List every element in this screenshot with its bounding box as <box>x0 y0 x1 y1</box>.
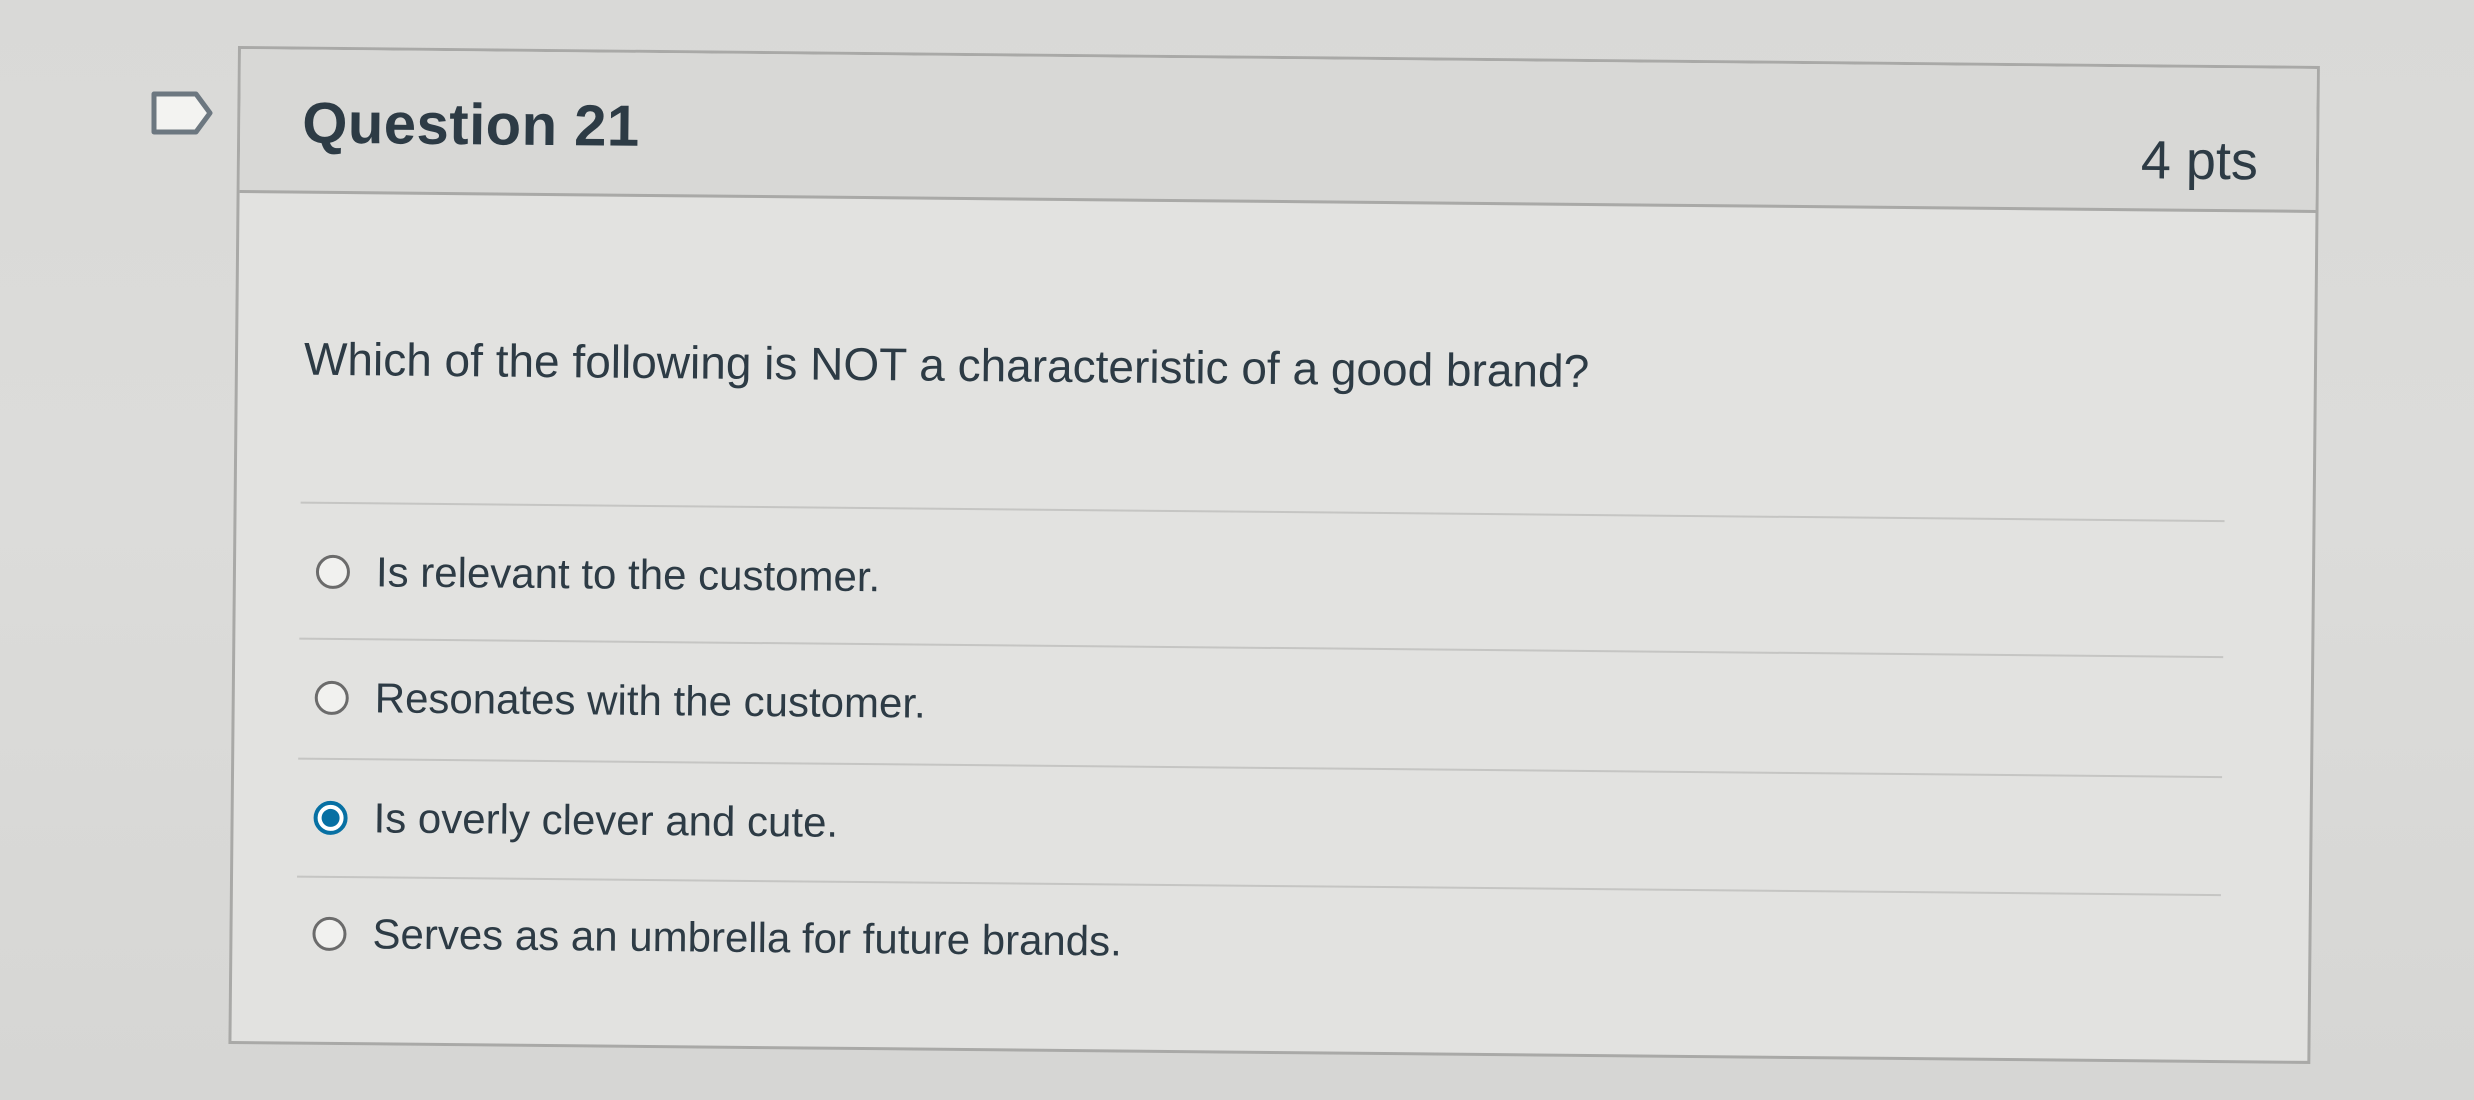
answer-divider <box>298 757 2223 779</box>
question-title: Question 21 <box>301 90 641 159</box>
question-points: 4 pts <box>2140 130 2259 192</box>
radio-button[interactable] <box>315 554 351 590</box>
answer-option-resonates[interactable]: Resonates with the customer. <box>314 670 926 732</box>
answer-option-clever[interactable]: Is overly clever and cute. <box>313 790 838 851</box>
question-header: Question 21 4 pts <box>239 49 2317 213</box>
answer-option-relevant[interactable]: Is relevant to the customer. <box>315 544 881 605</box>
answer-option-umbrella[interactable]: Serves as an umbrella for future brands. <box>312 906 1122 970</box>
flag-question-icon[interactable] <box>150 88 216 138</box>
answer-divider <box>300 501 2225 523</box>
question-text: Which of the following is NOT a characte… <box>303 332 1590 397</box>
answer-label[interactable]: Resonates with the customer. <box>375 674 926 727</box>
answer-label[interactable]: Serves as an umbrella for future brands. <box>372 910 1122 965</box>
radio-button[interactable] <box>312 916 347 952</box>
radio-button-selected[interactable] <box>313 800 348 836</box>
answer-divider <box>299 637 2224 659</box>
answer-label[interactable]: Is relevant to the customer. <box>376 548 881 601</box>
radio-button[interactable] <box>314 680 349 716</box>
question-card: Question 21 4 pts Which of the following… <box>228 46 2320 1064</box>
answer-label[interactable]: Is overly clever and cute. <box>373 794 838 846</box>
answer-divider <box>297 875 2221 897</box>
